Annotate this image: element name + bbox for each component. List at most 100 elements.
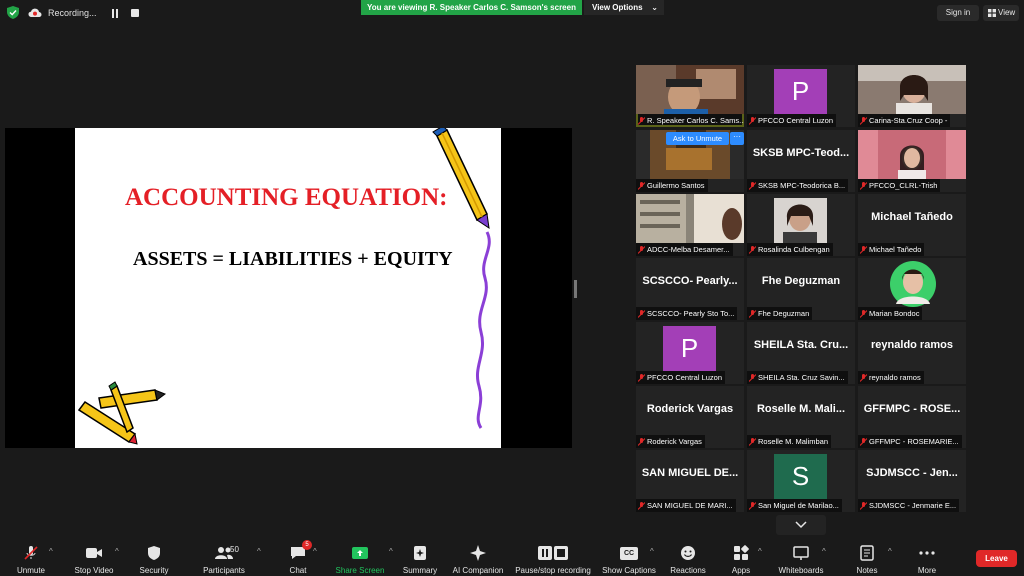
participants-button[interactable]: 50 Participants <box>202 538 246 576</box>
shared-screen[interactable]: ACCOUNTING EQUATION: ASSETS = LIABILITIE… <box>5 128 572 448</box>
chat-options-caret-icon[interactable]: ^ <box>313 547 317 556</box>
split-divider-handle[interactable] <box>574 280 577 298</box>
unmute-button[interactable]: Unmute <box>14 538 48 576</box>
shield-check-icon[interactable] <box>7 6 19 19</box>
participant-tile[interactable]: SKSB MPC-Teod... SKSB MPC-Teodorica B... <box>747 130 855 192</box>
apps-options-caret-icon[interactable]: ^ <box>758 547 762 556</box>
captions-options-caret-icon[interactable]: ^ <box>650 547 654 556</box>
notes-icon <box>860 545 874 561</box>
gallery-scroll-down-button[interactable] <box>776 515 826 535</box>
stop-video-button[interactable]: Stop Video <box>72 538 116 576</box>
viewing-banner: You are viewing R. Speaker Carlos C. Sam… <box>361 0 582 15</box>
participant-tile[interactable]: SHEILA Sta. Cru... SHEILA Sta. Cruz Savi… <box>747 322 855 384</box>
pause-stop-recording-button[interactable]: Pause/stop recording <box>512 538 594 576</box>
avatar: P <box>663 326 716 371</box>
view-options-label: View Options <box>592 3 643 12</box>
slide-clipart <box>77 128 491 445</box>
chevron-down-icon: ⌄ <box>651 3 658 12</box>
apps-button[interactable]: Apps <box>727 538 755 576</box>
audio-options-caret-icon[interactable]: ^ <box>49 547 53 556</box>
pencil-top-right-icon <box>432 128 490 230</box>
participant-photo <box>747 194 855 243</box>
participant-name: Michael Tañedo <box>871 211 953 223</box>
mic-muted-icon <box>638 181 645 190</box>
participant-tile[interactable]: reynaldo ramos reynaldo ramos <box>858 322 966 384</box>
more-button[interactable]: More <box>912 538 942 576</box>
ask-to-unmute-button[interactable]: Ask to Unmute <box>666 132 729 145</box>
mic-muted-icon <box>638 437 645 446</box>
ai-sparkle-icon <box>470 545 486 561</box>
notes-button[interactable]: Notes <box>852 538 882 576</box>
video-options-caret-icon[interactable]: ^ <box>115 547 119 556</box>
participant-tile[interactable]: Ask to Unmute ··· Guillermo Santos <box>636 130 744 192</box>
participant-tile[interactable]: SAN MIGUEL DE... SAN MIGUEL DE MARI... <box>636 450 744 512</box>
mic-muted-icon <box>749 437 756 446</box>
sign-in-button[interactable]: Sign in <box>937 5 979 21</box>
notes-options-caret-icon[interactable]: ^ <box>888 547 892 556</box>
participant-tile[interactable]: PFCCO_CLRL-Trish <box>858 130 966 192</box>
summary-button[interactable]: Summary <box>401 538 439 576</box>
pause-recording-icon[interactable] <box>111 8 119 18</box>
avatar: P <box>774 69 827 114</box>
mic-muted-icon <box>749 116 756 125</box>
mic-muted-icon <box>749 501 756 510</box>
view-button[interactable]: View <box>983 5 1019 21</box>
participant-tile[interactable]: S San Miguel de Marilao... <box>747 450 855 512</box>
more-options-button[interactable]: ··· <box>730 132 744 145</box>
whiteboards-button[interactable]: Whiteboards <box>776 538 826 576</box>
chat-button[interactable]: 5 Chat <box>284 538 312 576</box>
mic-muted-icon <box>749 373 756 382</box>
participant-name: SJDMSCC - Jen... <box>866 467 958 479</box>
mic-muted-icon <box>638 501 645 510</box>
participant-tile[interactable]: SJDMSCC - Jen... SJDMSCC - Jenmarie E... <box>858 450 966 512</box>
whiteboard-icon <box>793 546 809 560</box>
participant-tile[interactable]: Fhe Deguzman Fhe Deguzman <box>747 258 855 320</box>
participant-video <box>636 65 744 114</box>
participant-tile[interactable]: Roderick Vargas Roderick Vargas <box>636 386 744 448</box>
participant-tile[interactable]: Carina-Sta.Cruz Coop - <box>858 65 966 127</box>
participant-tile[interactable]: P PFCCO Central Luzon <box>636 322 744 384</box>
meeting-toolbar: Unmute ^ Stop Video ^ Security 50 Partic… <box>0 538 1024 576</box>
show-captions-button[interactable]: CC Show Captions <box>600 538 658 576</box>
chevron-down-icon <box>795 521 807 529</box>
participant-label: PFCCO_CLRL-Trish <box>858 179 941 192</box>
mic-muted-icon <box>860 437 867 446</box>
summary-icon <box>414 546 426 560</box>
participant-tile[interactable]: ADCC-Melba Desamer... <box>636 194 744 256</box>
participant-tile[interactable]: Michael Tañedo Michael Tañedo <box>858 194 966 256</box>
share-screen-button[interactable]: Share Screen <box>334 538 386 576</box>
participants-options-caret-icon[interactable]: ^ <box>257 547 261 556</box>
leave-button[interactable]: Leave <box>976 550 1017 567</box>
stop-recording-icon[interactable] <box>130 9 139 17</box>
pencils-bottom-left-icon <box>77 381 167 445</box>
captions-icon: CC <box>620 546 638 560</box>
video-camera-icon <box>86 548 102 558</box>
mic-muted-icon <box>860 245 867 254</box>
participant-tile[interactable]: R. Speaker Carlos C. Sams... <box>636 65 744 127</box>
participant-name: Roselle M. Mali... <box>756 403 846 415</box>
participant-name: SAN MIGUEL DE... <box>641 467 739 479</box>
mic-muted-icon <box>638 373 645 382</box>
share-options-caret-icon[interactable]: ^ <box>389 547 393 556</box>
grid-view-icon <box>988 9 996 17</box>
participants-count: 50 <box>230 545 239 554</box>
whiteboards-options-caret-icon[interactable]: ^ <box>822 547 826 556</box>
participant-tile[interactable]: Rosalinda Culbengan <box>747 194 855 256</box>
participant-video <box>858 130 966 179</box>
participant-label: Roselle M. Malimban <box>747 435 832 448</box>
participant-video <box>636 194 744 243</box>
participant-tile[interactable]: SCSCCO- Pearly... SCSCCO- Pearly Sto To.… <box>636 258 744 320</box>
participant-tile[interactable]: P PFCCO Central Luzon <box>747 65 855 127</box>
participant-tile[interactable]: Roselle M. Mali... Roselle M. Malimban <box>747 386 855 448</box>
mic-muted-icon <box>638 245 645 254</box>
participant-label: PFCCO Central Luzon <box>747 114 837 127</box>
ai-companion-button[interactable]: AI Companion <box>450 538 506 576</box>
mic-muted-icon <box>860 501 867 510</box>
security-button[interactable]: Security <box>137 538 171 576</box>
view-options-button[interactable]: View Options ⌄ <box>584 0 664 15</box>
participant-label: Roderick Vargas <box>636 435 705 448</box>
participant-label: Guillermo Santos <box>636 179 708 192</box>
participant-tile[interactable]: Marian Bondoc <box>858 258 966 320</box>
reactions-button[interactable]: Reactions <box>668 538 708 576</box>
participant-tile[interactable]: GFFMPC - ROSE... GFFMPC - ROSEMARIE... <box>858 386 966 448</box>
